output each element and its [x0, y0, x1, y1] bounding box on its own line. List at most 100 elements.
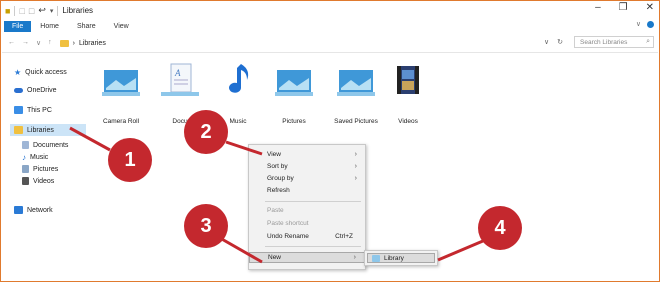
submenu-arrow-icon: › — [354, 151, 357, 158]
sidebar-item-network[interactable]: Network — [14, 204, 53, 216]
menu-item-paste-shortcut[interactable]: Paste shortcut — [249, 218, 365, 229]
folder-icon: ■ — [5, 5, 11, 16]
library-label: Camera Roll — [102, 118, 140, 125]
navigation-buttons: ← → ∨ ↑ — [8, 39, 52, 47]
search-placeholder: Search Libraries — [580, 38, 628, 46]
tab-home[interactable]: Home — [31, 21, 68, 32]
pictures-library-icon — [273, 62, 315, 100]
sidebar-item-label: Music — [30, 153, 49, 161]
properties-icon[interactable]: □ — [19, 6, 24, 16]
up-button[interactable]: ↑ — [48, 39, 52, 47]
sidebar-item-onedrive[interactable]: OneDrive — [14, 84, 57, 96]
window-controls: – ❐ ✕ — [595, 2, 654, 13]
sidebar-item-label: Videos — [33, 177, 55, 185]
documents-icon — [22, 141, 29, 149]
address-history-button[interactable]: ∨ — [544, 38, 549, 46]
divider — [2, 52, 658, 53]
maximize-button[interactable]: ❐ — [619, 2, 628, 13]
documents-library-icon: A — [159, 62, 201, 100]
step-badge-3: 3 — [184, 204, 228, 248]
menu-item-label: View — [267, 151, 281, 158]
star-icon: ★ — [14, 67, 22, 77]
library-videos[interactable]: Videos — [375, 62, 441, 125]
refresh-icon[interactable]: ↻ — [557, 38, 563, 46]
breadcrumb[interactable]: › Libraries — [59, 39, 106, 47]
search-icon: ⌕ — [646, 38, 650, 45]
sidebar-item-label: OneDrive — [27, 86, 57, 94]
sidebar-item-label: Quick access — [25, 68, 67, 76]
recent-locations-button[interactable]: ∨ — [36, 39, 41, 47]
sidebar-item-label: Pictures — [33, 165, 59, 173]
sidebar-item-label: Documents — [33, 141, 69, 149]
context-menu: View › Sort by › Group by › Refresh Paste P… — [248, 144, 366, 270]
library-pictures[interactable]: Pictures — [261, 62, 327, 125]
menu-item-label: Paste — [267, 207, 284, 214]
quick-access-toolbar: ■ □ □ ↩ ▾ — [5, 5, 59, 16]
new-folder-icon[interactable]: □ — [29, 6, 34, 16]
forward-button[interactable]: → — [22, 39, 29, 47]
library-label: Videos — [398, 118, 418, 125]
step-badge-2: 2 — [184, 110, 228, 154]
expand-ribbon-button[interactable]: ∨ — [636, 20, 641, 28]
tab-file[interactable]: File — [4, 20, 32, 32]
sidebar-item-music[interactable]: ♪ Music — [22, 151, 48, 163]
step-badge-1: 1 — [108, 138, 152, 182]
menu-item-paste[interactable]: Paste — [249, 205, 365, 216]
breadcrumb-libraries[interactable]: Libraries — [79, 40, 106, 47]
ribbon-right-controls: ∨ — [636, 20, 654, 28]
menu-item-new[interactable]: New › — [249, 252, 365, 263]
menu-item-label: Group by — [267, 175, 294, 182]
toolbar-divider — [14, 5, 16, 16]
customize-toolbar-icon[interactable]: ▾ — [50, 7, 54, 15]
window-title: Libraries — [62, 6, 94, 15]
sidebar-item-label: This PC — [27, 106, 52, 114]
step-badge-4: 4 — [478, 206, 522, 250]
computer-icon — [14, 106, 23, 114]
library-camera-roll[interactable]: Camera Roll — [88, 62, 154, 125]
help-icon[interactable] — [647, 20, 654, 28]
menu-item-group-by[interactable]: Group by › — [249, 173, 365, 184]
tab-share[interactable]: Share — [68, 21, 105, 32]
ribbon-tabs: File Home Share View ∨ — [2, 19, 658, 33]
minimize-button[interactable]: – — [595, 2, 601, 13]
sidebar-item-this-pc[interactable]: This PC — [14, 104, 52, 116]
address-bar-row: ← → ∨ ↑ › Libraries ∨ ↻ Search Libraries… — [2, 35, 658, 51]
submenu-arrow-icon: › — [354, 175, 357, 182]
libraries-icon — [59, 39, 69, 47]
toolbar-divider — [57, 5, 59, 16]
music-library-icon — [217, 62, 259, 100]
menu-item-label: Refresh — [267, 187, 290, 194]
videos-icon — [22, 177, 29, 185]
menu-item-sort-by[interactable]: Sort by › — [249, 161, 365, 172]
menu-item-view[interactable]: View › — [249, 149, 365, 160]
sidebar-item-videos[interactable]: Videos — [22, 175, 54, 187]
title-bar: ■ □ □ ↩ ▾ Libraries – ❐ ✕ — [2, 2, 658, 19]
saved-pictures-icon — [335, 62, 377, 100]
menu-item-label: Undo Rename — [267, 233, 309, 240]
sidebar-item-quick-access[interactable]: ★ Quick access — [14, 66, 67, 78]
undo-icon[interactable]: ↩ — [38, 5, 46, 16]
pictures-icon — [22, 165, 29, 173]
menu-separator — [265, 246, 361, 247]
back-button[interactable]: ← — [8, 39, 15, 47]
menu-item-label: Sort by — [267, 163, 288, 170]
menu-item-label: Library — [384, 254, 404, 262]
menu-item-library[interactable]: Library — [367, 253, 435, 263]
menu-item-undo-rename[interactable]: Undo Rename Ctrl+Z — [249, 231, 365, 242]
music-icon: ♪ — [22, 152, 26, 162]
menu-item-label: New — [268, 254, 282, 261]
sidebar-item-label: Libraries — [27, 126, 54, 134]
sidebar-item-documents[interactable]: Documents — [22, 139, 68, 151]
shortcut-text: Ctrl+Z — [335, 233, 353, 240]
network-icon — [14, 206, 23, 214]
search-input[interactable]: Search Libraries ⌕ — [574, 36, 654, 48]
menu-item-refresh[interactable]: Refresh — [249, 185, 365, 196]
close-button[interactable]: ✕ — [646, 2, 654, 13]
sidebar-item-libraries[interactable]: Libraries — [10, 124, 86, 136]
menu-item-label: Paste shortcut — [267, 220, 309, 227]
navigation-pane: ★ Quick access OneDrive This PC Librarie… — [2, 54, 86, 280]
sidebar-item-pictures[interactable]: Pictures — [22, 163, 58, 175]
library-label: Pictures — [282, 118, 306, 125]
library-icon — [372, 254, 380, 262]
tab-view[interactable]: View — [105, 21, 138, 32]
